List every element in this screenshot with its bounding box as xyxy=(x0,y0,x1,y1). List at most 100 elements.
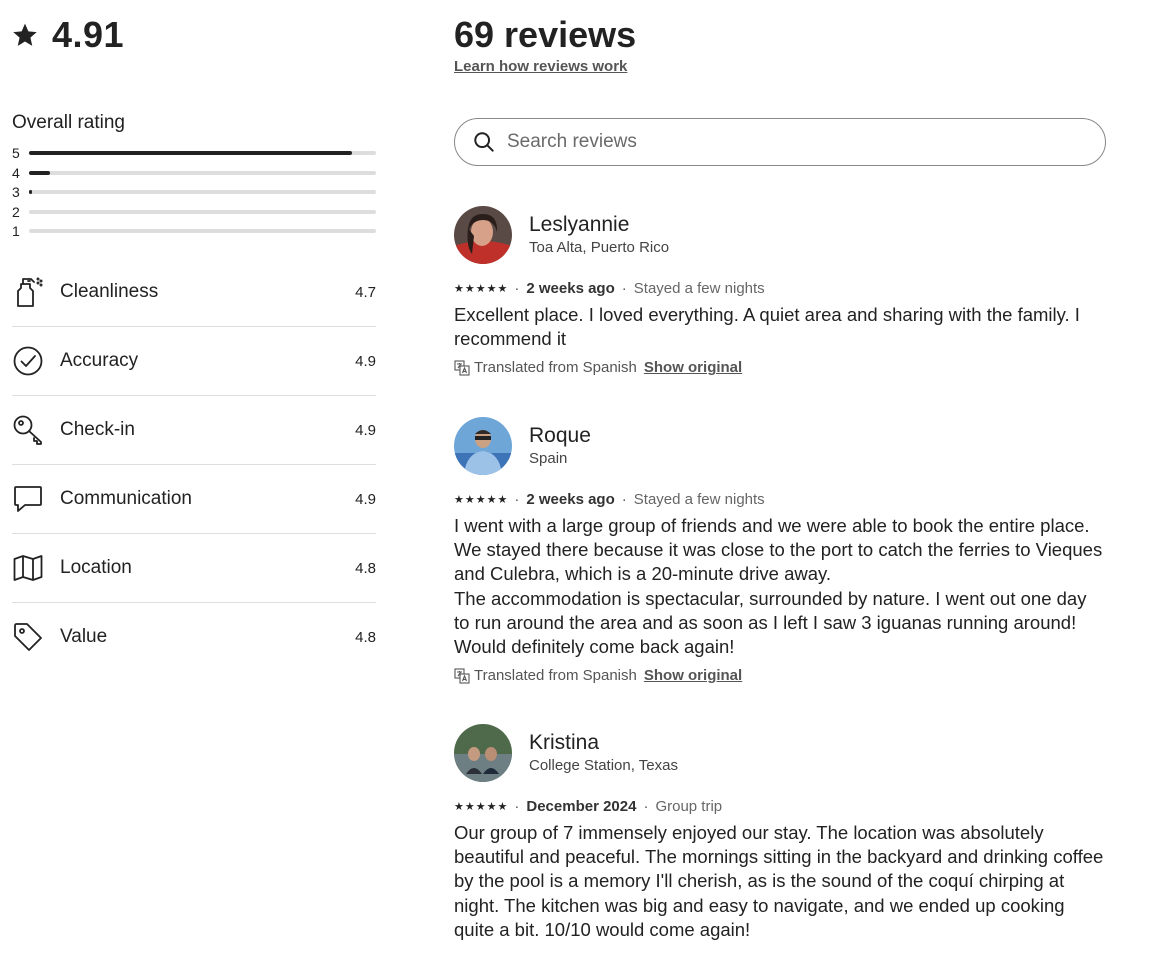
star-icon: ★ xyxy=(475,282,486,295)
stay-type: Stayed a few nights xyxy=(633,279,765,297)
rating-distribution: 5 4 3 2 1 xyxy=(12,144,376,242)
review-meta: ★ ★ ★ ★ ★ · 2 weeks ago · Stayed a few night… xyxy=(454,277,1106,299)
review-text: I went with a large group of friends and… xyxy=(454,514,1106,659)
category-score: 4.9 xyxy=(355,352,376,370)
review-card: Kristina College Station, Texas ★ ★ ★ ★ ★ · … xyxy=(454,723,1106,942)
show-original-link[interactable]: Show original xyxy=(644,359,742,376)
review-text-line: I went with a large group of friends and… xyxy=(454,515,1103,585)
review-card: Leslyannie Toa Alta, Puerto Rico ★ ★ ★ ★ ★ ·… xyxy=(454,205,1106,376)
category-name: Communication xyxy=(60,488,192,509)
separator-dot: · xyxy=(514,797,520,815)
rating-bar-track xyxy=(29,209,376,214)
average-rating-value: 4.91 xyxy=(52,14,125,55)
search-reviews[interactable] xyxy=(454,118,1106,166)
rating-bar-row: 3 xyxy=(12,183,376,203)
translate-icon xyxy=(454,360,470,376)
rating-bar-row: 5 xyxy=(12,144,376,164)
spray-bottle-icon xyxy=(12,276,44,308)
review-date: 2 weeks ago xyxy=(526,279,615,297)
rating-bar-track xyxy=(29,229,376,233)
rating-bar-track xyxy=(29,170,376,175)
rating-bar-row: 2 xyxy=(12,203,376,223)
show-original-link[interactable]: Show original xyxy=(644,667,742,684)
star-icon: ★ xyxy=(464,282,475,295)
chat-bubble-icon xyxy=(12,483,44,515)
review-text-line: Would definitely come back again! xyxy=(454,636,735,658)
category-location: Location 4.8 xyxy=(12,534,376,603)
translated-label: Translated from Spanish xyxy=(474,667,637,685)
separator-dot: · xyxy=(643,797,649,815)
separator-dot: · xyxy=(514,490,520,508)
category-score: 4.9 xyxy=(355,490,376,508)
category-name: Check-in xyxy=(60,419,135,440)
star-rating: ★ ★ ★ ★ ★ xyxy=(454,493,507,506)
star-icon: ★ xyxy=(497,800,508,813)
review-text: Excellent place. I loved everything. A q… xyxy=(454,304,1080,350)
star-icon xyxy=(13,23,37,46)
star-rating: ★ ★ ★ ★ ★ xyxy=(454,282,507,295)
avatar[interactable] xyxy=(454,417,512,475)
star-icon: ★ xyxy=(486,800,497,813)
reviewer-name: Roque xyxy=(529,424,591,447)
rating-bar-fill xyxy=(29,170,50,175)
review-text-line: The accommodation is spectacular, surrou… xyxy=(454,587,1087,633)
category-name: Cleanliness xyxy=(60,281,159,302)
search-icon xyxy=(474,132,494,152)
star-rating: ★ ★ ★ ★ ★ xyxy=(454,800,507,813)
category-accuracy: Accuracy 4.9 xyxy=(12,327,376,396)
overall-rating-label: Overall rating xyxy=(12,112,125,133)
category-cleanliness: Cleanliness 4.7 xyxy=(12,258,376,327)
separator-dot: · xyxy=(514,279,520,297)
category-value: Value 4.8 xyxy=(12,603,376,671)
review-meta: ★ ★ ★ ★ ★ · 2 weeks ago · Stayed a few night… xyxy=(454,488,1106,510)
review-header: Leslyannie Toa Alta, Puerto Rico xyxy=(454,205,1106,265)
separator-dot: · xyxy=(621,490,627,508)
star-icon: ★ xyxy=(464,493,475,506)
reviews-count: 69 reviews xyxy=(454,14,637,55)
star-icon: ★ xyxy=(497,493,508,506)
category-score: 4.7 xyxy=(355,283,376,301)
rating-bar-fill xyxy=(29,190,33,194)
translated-label: Translated from Spanish xyxy=(474,359,637,377)
translation-note: Translated from Spanish Show original xyxy=(454,667,1106,684)
reviewer-location: Toa Alta, Puerto Rico xyxy=(529,239,670,256)
review-card: Roque Spain ★ ★ ★ ★ ★ · 2 weeks ago · Stayed… xyxy=(454,416,1106,684)
star-icon: ★ xyxy=(454,282,464,295)
category-name: Accuracy xyxy=(60,350,139,371)
star-icon: ★ xyxy=(454,800,464,813)
star-icon: ★ xyxy=(497,282,508,295)
search-input[interactable] xyxy=(505,130,1069,154)
category-name: Value xyxy=(60,626,108,647)
star-icon: ★ xyxy=(454,493,464,506)
translate-icon xyxy=(454,668,470,684)
rating-bar-track xyxy=(29,151,376,155)
category-ratings: Cleanliness 4.7 Accuracy 4.9 Check-in 4.… xyxy=(12,258,376,671)
key-icon xyxy=(12,414,44,446)
review-text: Our group of 7 immensely enjoyed our sta… xyxy=(454,822,1104,940)
separator-dot: · xyxy=(621,279,627,297)
star-icon: ★ xyxy=(475,493,486,506)
avatar[interactable] xyxy=(454,206,512,264)
review-header: Kristina College Station, Texas xyxy=(454,723,1106,783)
review-meta: ★ ★ ★ ★ ★ · December 2024 · Group trip xyxy=(454,795,1106,817)
reviewer-location: College Station, Texas xyxy=(529,757,678,774)
check-circle-icon xyxy=(12,345,44,377)
average-rating: 4.91 xyxy=(12,14,124,56)
rating-bar-fill xyxy=(29,151,352,155)
review-date: 2 weeks ago xyxy=(526,490,615,508)
map-icon xyxy=(12,552,44,584)
rating-bar-label: 2 xyxy=(12,203,20,220)
review-date: December 2024 xyxy=(526,797,637,815)
star-icon: ★ xyxy=(486,282,497,295)
rating-bar-row: 4 xyxy=(12,164,376,184)
review-header: Roque Spain xyxy=(454,416,1106,476)
star-icon: ★ xyxy=(486,493,497,506)
category-score: 4.8 xyxy=(355,559,376,577)
reviewer-name: Kristina xyxy=(529,731,600,754)
translation-note: Translated from Spanish Show original xyxy=(454,359,1106,376)
rating-bar-row: 1 xyxy=(12,222,376,242)
reviewer-name: Leslyannie xyxy=(529,213,630,236)
learn-how-reviews-work-link[interactable]: Learn how reviews work xyxy=(454,58,627,75)
avatar[interactable] xyxy=(454,724,512,782)
reviewer-location: Spain xyxy=(529,450,568,467)
